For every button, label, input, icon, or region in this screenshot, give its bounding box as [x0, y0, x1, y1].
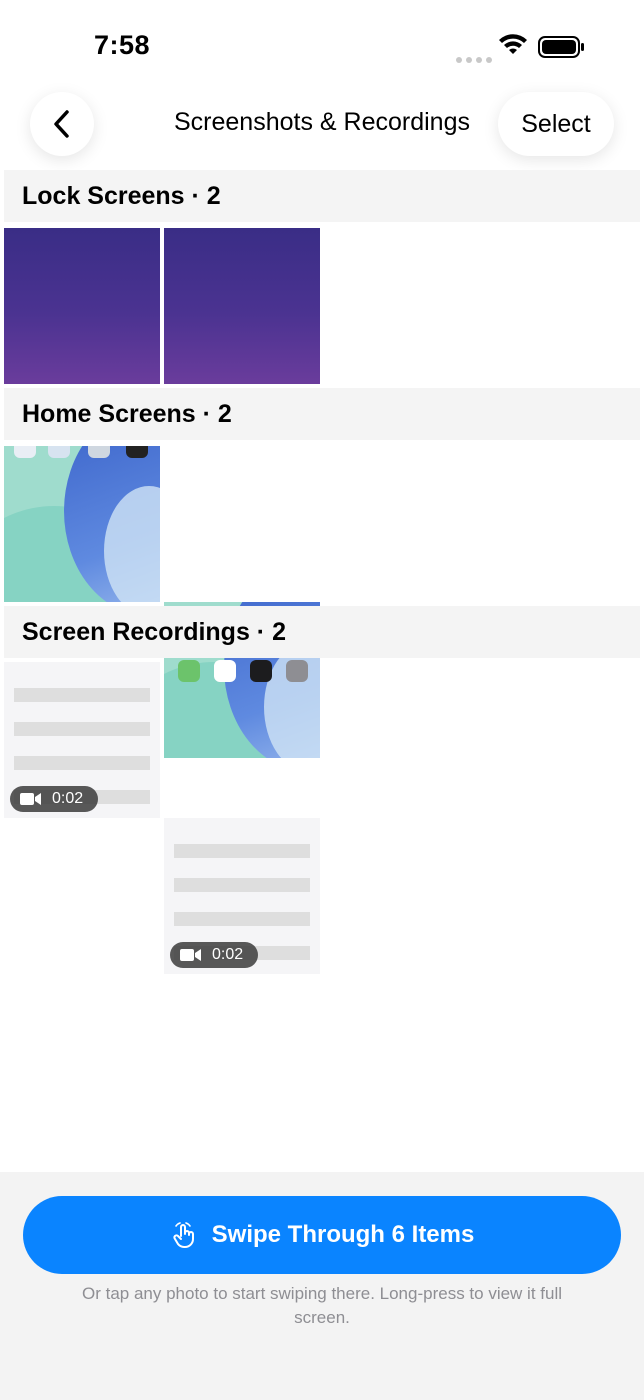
duration-badge: 0:02	[170, 942, 258, 968]
screen-recording-thumbnail[interactable]: 0:02	[4, 662, 160, 818]
status-bar: 7:58	[0, 0, 644, 90]
lock-screen-thumbnail[interactable]	[4, 228, 160, 384]
swipe-through-button[interactable]: Swipe Through 6 Items	[23, 1196, 621, 1274]
signal-dots-icon	[456, 50, 496, 68]
lock-screens-grid	[4, 228, 324, 384]
lock-screen-thumbnail[interactable]	[164, 228, 320, 384]
home-screens-grid	[4, 446, 324, 758]
select-button[interactable]: Select	[498, 92, 614, 156]
section-title: Screen Recordings · 2	[22, 617, 286, 646]
section-header-lock-screens: Lock Screens · 2	[4, 170, 640, 222]
wifi-icon	[499, 34, 527, 54]
duration-text: 0:02	[212, 946, 244, 963]
section-title: Lock Screens · 2	[22, 181, 221, 210]
duration-badge: 0:02	[10, 786, 98, 812]
screen-recordings-grid: 0:02 0:02	[4, 662, 324, 974]
home-screen-thumbnail[interactable]	[4, 446, 160, 602]
hand-tap-icon	[173, 1222, 194, 1248]
duration-text: 0:02	[52, 790, 84, 807]
bottom-panel: Swipe Through 6 Items Or tap any photo t…	[0, 1172, 644, 1400]
section-title: Home Screens · 2	[22, 399, 232, 428]
screen-recording-thumbnail[interactable]: 0:02	[164, 818, 320, 974]
video-camera-icon	[20, 793, 41, 805]
section-header-screen-recordings: Screen Recordings · 2	[4, 606, 640, 658]
section-header-home-screens: Home Screens · 2	[4, 388, 640, 440]
battery-icon	[538, 36, 584, 58]
hint-text: Or tap any photo to start swiping there.…	[81, 1284, 563, 1327]
video-camera-icon	[180, 949, 201, 961]
swipe-button-label: Swipe Through 6 Items	[211, 1221, 475, 1248]
status-time: 7:58	[94, 30, 151, 60]
